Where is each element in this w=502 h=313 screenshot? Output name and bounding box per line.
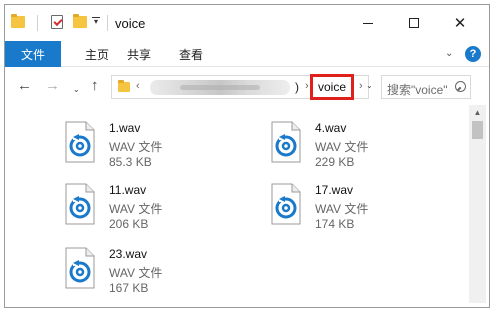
file-name: 11.wav: [109, 183, 147, 197]
tab-view[interactable]: 查看: [179, 41, 203, 67]
expand-ribbon-icon[interactable]: ⌄: [445, 48, 453, 59]
maximize-icon: [409, 18, 419, 28]
file-size: 229 KB: [315, 155, 355, 169]
up-button[interactable]: ↑: [91, 77, 99, 95]
file-item[interactable]: 4.wav WAV 文件 229 KB: [271, 119, 421, 175]
help-icon[interactable]: ?: [465, 46, 481, 62]
minimize-icon: [363, 22, 373, 24]
file-item[interactable]: 11.wav WAV 文件 206 KB: [65, 181, 215, 237]
breadcrumb-path-tail: ): [295, 80, 299, 94]
address-history-dropdown-icon[interactable]: ⌄: [366, 81, 373, 90]
file-item[interactable]: 23.wav WAV 文件 167 KB: [65, 245, 215, 301]
wav-audio-file-icon: [271, 121, 301, 163]
file-name: 1.wav: [109, 121, 141, 135]
file-size: 206 KB: [109, 217, 149, 231]
maximize-button[interactable]: [391, 5, 437, 41]
new-folder-icon[interactable]: [73, 14, 87, 28]
back-button[interactable]: ←: [17, 77, 32, 95]
file-size: 174 KB: [315, 217, 355, 231]
close-icon: ✕: [453, 14, 467, 32]
wav-audio-file-icon: [271, 183, 301, 225]
file-name: 23.wav: [109, 247, 148, 261]
breadcrumb-path-redacted[interactable]: [150, 80, 290, 95]
toolbar-separator: [37, 15, 38, 31]
search-icon[interactable]: [455, 81, 466, 92]
file-size: 167 KB: [109, 281, 149, 295]
toolbar-separator: [107, 15, 108, 31]
scroll-up-arrow-icon[interactable]: ▲: [469, 105, 486, 119]
customize-quick-access-dropdown-icon[interactable]: ▾: [91, 17, 101, 27]
search-placeholder: 搜索"voice": [387, 83, 448, 97]
forward-button[interactable]: →: [45, 77, 60, 95]
file-item[interactable]: 1.wav WAV 文件 85.3 KB: [65, 119, 215, 175]
tab-share[interactable]: 共享: [127, 41, 151, 67]
vertical-scrollbar[interactable]: ▲: [469, 105, 486, 303]
search-input[interactable]: 搜索"voice": [381, 75, 471, 99]
file-size: 85.3 KB: [109, 155, 152, 169]
wav-audio-file-icon: [65, 121, 95, 163]
navigation-bar: ← → ⌄ ↑ ‹ ) › voice › ⌄ 搜索"voice": [5, 67, 489, 105]
file-type: WAV 文件: [315, 140, 369, 154]
file-type: WAV 文件: [109, 202, 163, 216]
folder-icon: [11, 14, 25, 28]
file-type: WAV 文件: [109, 266, 163, 280]
address-bar[interactable]: ‹ ) › voice ›: [111, 74, 369, 100]
wav-audio-file-icon: [65, 247, 95, 289]
breadcrumb-current-folder[interactable]: voice: [310, 74, 354, 100]
explorer-window: ▾ voice ✕ 文件 主页 共享 查看 ⌄ ? ← → ⌄ ↑ ‹ ) › …: [4, 4, 490, 308]
scrollbar-thumb[interactable]: [472, 121, 483, 139]
tab-file[interactable]: 文件: [5, 41, 61, 67]
file-type: WAV 文件: [315, 202, 369, 216]
tab-home[interactable]: 主页: [85, 41, 109, 67]
breadcrumb-separator-icon[interactable]: ›: [305, 80, 309, 92]
file-type: WAV 文件: [109, 140, 163, 154]
folder-icon: [118, 80, 130, 92]
file-name: 4.wav: [315, 121, 347, 135]
title-bar: ▾ voice ✕: [5, 5, 489, 41]
wav-audio-file-icon: [65, 183, 95, 225]
properties-icon[interactable]: [51, 15, 63, 29]
minimize-button[interactable]: [345, 5, 391, 41]
ribbon: 文件 主页 共享 查看 ⌄ ?: [5, 41, 489, 67]
recent-locations-dropdown-icon[interactable]: ⌄: [73, 81, 80, 99]
file-list: 1.wav WAV 文件 85.3 KB 4.wav WAV 文件 229 KB…: [5, 105, 467, 307]
file-name: 17.wav: [315, 183, 354, 197]
file-item[interactable]: 17.wav WAV 文件 174 KB: [271, 181, 421, 237]
breadcrumb-separator-icon[interactable]: ›: [359, 80, 363, 92]
breadcrumb-overflow-icon[interactable]: ‹: [136, 80, 140, 92]
window-title: voice: [115, 16, 146, 31]
close-button[interactable]: ✕: [437, 5, 483, 41]
